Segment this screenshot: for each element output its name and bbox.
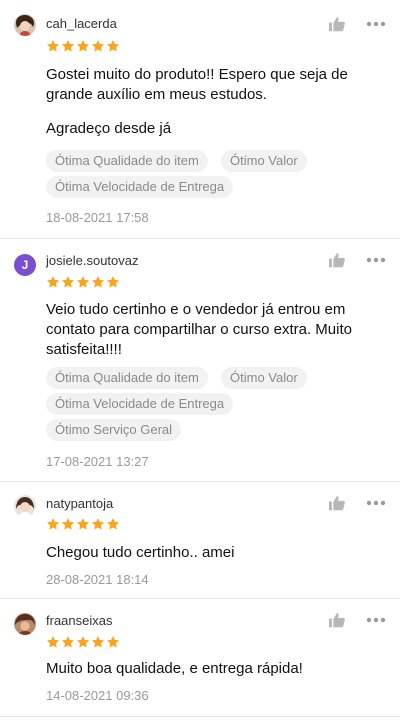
- username[interactable]: fraanseixas: [46, 613, 112, 628]
- star-icon: [61, 275, 75, 289]
- more-options-icon[interactable]: [366, 257, 386, 263]
- review-tag: Ótima Qualidade do item: [46, 367, 208, 389]
- divider: [0, 716, 400, 717]
- star-icon: [106, 275, 120, 289]
- thumbs-up-icon[interactable]: [328, 612, 346, 628]
- more-options-icon[interactable]: [366, 500, 386, 506]
- review-tag: Ótimo Serviço Geral: [46, 419, 182, 441]
- review-comment: Gostei muito do produto!! Espero que sej…: [46, 65, 386, 105]
- comment-line: Veio tudo certinho e o vendedor já entro…: [46, 301, 346, 318]
- review-date: 14-08-2021 09:36: [46, 688, 149, 703]
- star-icon: [76, 275, 90, 289]
- star-icon: [106, 39, 120, 53]
- review-tag: Ótimo Valor: [221, 150, 307, 172]
- avatar[interactable]: [14, 495, 36, 517]
- review-item: cah_lacerda Gostei muito do produto!! Es…: [0, 0, 400, 238]
- more-options-icon[interactable]: [366, 617, 386, 623]
- comment-line: contato para compartilhar o curso extra.…: [46, 321, 352, 338]
- review-comment: Veio tudo certinho e o vendedor já entro…: [46, 300, 386, 360]
- comment-line: satisfeita!!!!: [46, 341, 122, 358]
- star-icon: [91, 635, 105, 649]
- user-photo-icon: [14, 14, 36, 36]
- review-item: J josiele.soutovaz Veio tudo certinho e …: [0, 239, 400, 481]
- star-icon: [46, 635, 60, 649]
- star-icon: [61, 517, 75, 531]
- star-rating: [46, 635, 120, 649]
- star-rating: [46, 39, 120, 53]
- review-item: natypantoja Chegou tudo certinho.. amei …: [0, 482, 400, 598]
- star-icon: [61, 635, 75, 649]
- star-icon: [76, 517, 90, 531]
- avatar[interactable]: J: [14, 254, 36, 276]
- review-tag: Ótima Qualidade do item: [46, 150, 208, 172]
- review-date: 18-08-2021 17:58: [46, 210, 149, 225]
- star-icon: [91, 275, 105, 289]
- review-comment: Chegou tudo certinho.. amei: [46, 543, 386, 563]
- review-tag: Ótima Velocidade de Entrega: [46, 176, 234, 198]
- comment-line: grande auxílio em meus estudos.: [46, 86, 267, 103]
- review-tag: Ótimo Valor: [221, 367, 307, 389]
- avatar[interactable]: [14, 14, 36, 36]
- username[interactable]: natypantoja: [46, 496, 113, 511]
- user-photo-icon: [14, 613, 36, 635]
- thumbs-up-icon[interactable]: [328, 495, 346, 511]
- review-item: fraanseixas Muito boa qualidade, e entre…: [0, 599, 400, 716]
- username[interactable]: cah_lacerda: [46, 16, 117, 31]
- comment-line: Chegou tudo certinho.. amei: [46, 544, 235, 561]
- star-icon: [46, 517, 60, 531]
- comment-line: Agradeço desde já: [46, 120, 172, 137]
- username[interactable]: josiele.soutovaz: [46, 253, 139, 268]
- star-rating: [46, 275, 120, 289]
- star-icon: [46, 275, 60, 289]
- star-icon: [91, 517, 105, 531]
- star-icon: [91, 39, 105, 53]
- review-date: 17-08-2021 13:27: [46, 454, 149, 469]
- comment-line: Muito boa qualidade, e entrega rápida!: [46, 660, 303, 677]
- review-comment: Agradeço desde já: [46, 119, 386, 139]
- user-photo-icon: [14, 495, 36, 517]
- review-comment: Muito boa qualidade, e entrega rápida!: [46, 659, 386, 679]
- avatar[interactable]: [14, 613, 36, 635]
- star-icon: [76, 635, 90, 649]
- more-options-icon[interactable]: [366, 21, 386, 27]
- star-icon: [106, 635, 120, 649]
- star-icon: [76, 39, 90, 53]
- star-rating: [46, 517, 120, 531]
- comment-line: Gostei muito do produto!! Espero que sej…: [46, 66, 348, 83]
- star-icon: [106, 517, 120, 531]
- review-tag: Ótima Velocidade de Entrega: [46, 393, 234, 415]
- star-icon: [61, 39, 75, 53]
- thumbs-up-icon[interactable]: [328, 16, 346, 32]
- star-icon: [46, 39, 60, 53]
- thumbs-up-icon[interactable]: [328, 252, 346, 268]
- review-date: 28-08-2021 18:14: [46, 572, 149, 587]
